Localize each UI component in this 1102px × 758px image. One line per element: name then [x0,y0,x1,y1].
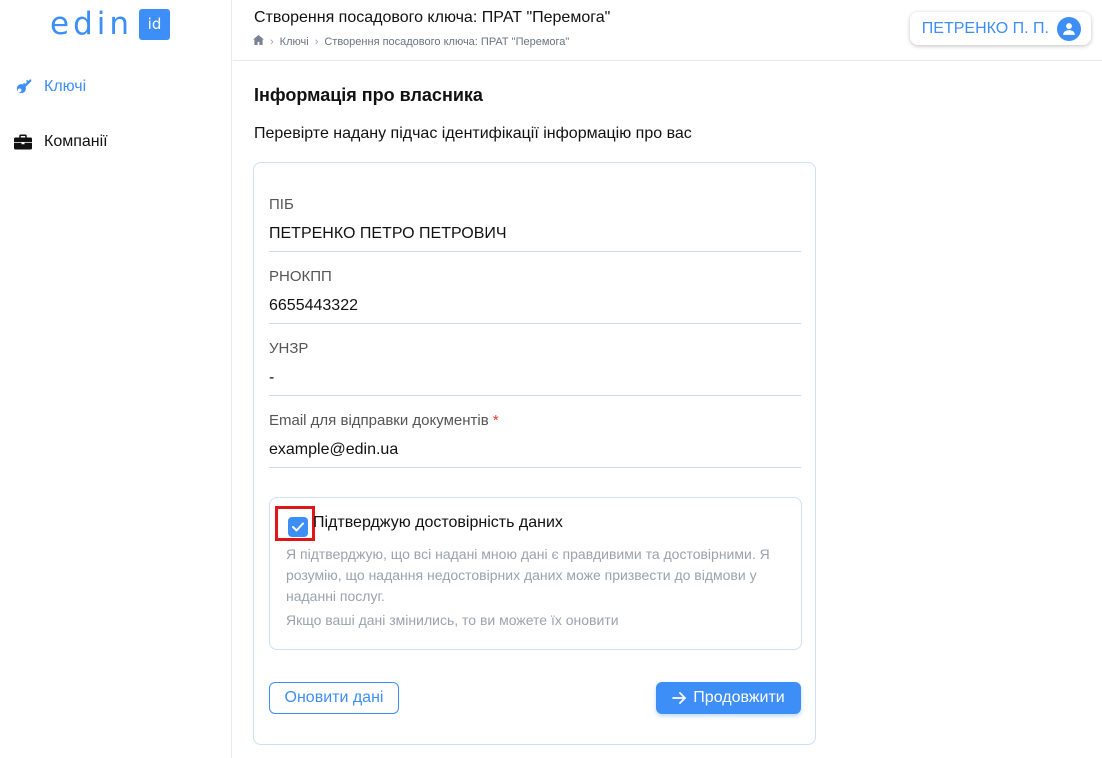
breadcrumb: › Ключі › Створення посадового ключа: ПР… [253,35,569,48]
field-value: - [269,369,275,386]
user-menu-button[interactable]: ПЕТРЕНКО П. П. [909,12,1091,45]
breadcrumb-link-keys[interactable]: Ключі [280,36,309,48]
breadcrumb-current: Створення посадового ключа: ПРАТ "Перемо… [324,35,570,48]
email-label-text: Email для відправки документів [269,412,489,429]
checkmark-icon [292,522,304,532]
arrow-right-icon [672,692,687,704]
logo-badge: id [139,8,171,40]
page-title: Створення посадового ключа: ПРАТ "Перемо… [254,9,611,26]
sidebar-item-keys[interactable]: Ключі [14,78,86,96]
required-mark: * [492,412,499,429]
checkbox-highlight [275,506,315,541]
email-value: example@edin.ua [269,441,399,458]
edin-id-logo[interactable]: edin id [50,6,171,42]
field-label: Email для відправки документів * [269,412,499,429]
field-tax-id: РНОКПП 6655443322 [269,268,801,324]
home-icon[interactable] [253,35,264,48]
field-label: УНЗР [269,340,309,357]
briefcase-icon [14,133,32,151]
field-value: ПЕТРЕНКО ПЕТРО ПЕТРОВИЧ [269,225,507,242]
sidebar-item-label: Ключі [44,78,87,95]
sidebar-item-companies[interactable]: Компанії [14,133,108,151]
continue-label: Продовжити [693,689,785,706]
sidebar: edin id Ключі Компанії [0,0,232,758]
field-email: Email для відправки документів * example… [269,412,801,468]
field-value: 6655443322 [269,297,358,314]
field-label: РНОКПП [269,268,332,285]
section-subtitle: Перевірте надану підчас ідентифікації ін… [254,125,692,142]
update-data-button[interactable]: Оновити дані [269,682,399,714]
confirm-description: Я підтверджую, що всі надані мною дані є… [286,546,770,604]
field-unzr: УНЗР - [269,340,801,396]
owner-info-card: ПІБ ПЕТРЕНКО ПЕТРО ПЕТРОВИЧ РНОКПП 66554… [253,162,816,745]
sidebar-item-label: Компанії [44,133,108,150]
confirm-section: Підтверджую достовірність даних Я підтве… [269,497,802,650]
confirm-label[interactable]: Підтверджую достовірність даних [313,514,563,532]
key-icon [14,78,32,96]
field-full-name: ПІБ ПЕТРЕНКО ПЕТРО ПЕТРОВИЧ [269,196,801,252]
user-name: ПЕТРЕНКО П. П. [921,19,1049,37]
continue-button[interactable]: Продовжити [656,682,801,714]
header: Створення посадового ключа: ПРАТ "Перемо… [233,0,1102,61]
confirm-note: Якщо ваші дані змінились, то ви можете ї… [286,612,619,628]
confirm-checkbox[interactable] [288,517,308,537]
chevron-right-icon: › [314,35,319,48]
chevron-right-icon: › [270,35,274,48]
user-avatar-icon [1057,16,1081,41]
section-title: Інформація про власника [254,85,483,105]
field-label: ПІБ [269,196,294,213]
logo-text: edin [50,6,134,42]
